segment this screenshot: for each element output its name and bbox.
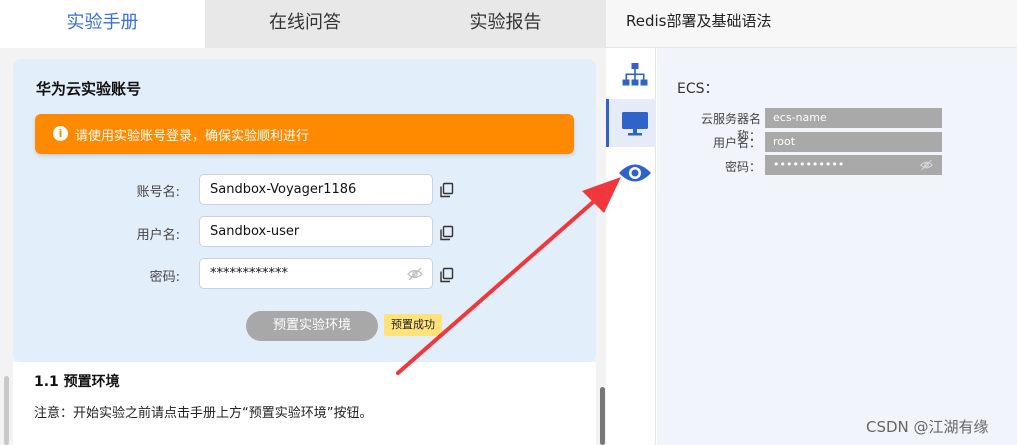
ecs-password-label: 密码： <box>724 160 761 174</box>
tab-online-qa[interactable]: 在线问答 <box>205 0 405 48</box>
eye-off-icon[interactable] <box>920 159 933 171</box>
password-field[interactable]: ************ <box>199 258 433 289</box>
content-scrollbar-thumb[interactable] <box>600 387 605 445</box>
ecs-server-name-field[interactable]: ecs-name <box>765 108 942 128</box>
preset-success-badge: 预置成功 <box>384 314 442 336</box>
tab-lab-manual[interactable]: 实验手册 <box>0 0 205 48</box>
ecs-username-field[interactable]: root <box>765 132 942 152</box>
lab-title-bar: Redis部署及基础语法 <box>606 0 1017 48</box>
preset-environment-button[interactable]: 预置实验环境 <box>246 311 378 341</box>
password-label: 密码: <box>149 270 180 285</box>
account-name-field[interactable]: Sandbox-Voyager1186 <box>199 174 433 205</box>
tab-bar: 实验手册 在线问答 实验报告 <box>0 0 606 48</box>
copy-icon[interactable] <box>439 182 455 198</box>
org-chart-icon[interactable] <box>622 62 648 88</box>
info-icon: i <box>53 126 68 141</box>
login-alert: i 请使用实验账号登录，确保实验顺利进行 <box>35 114 574 154</box>
copy-icon[interactable] <box>439 225 455 241</box>
password-value: ************ <box>210 266 288 281</box>
username-field[interactable]: Sandbox-user <box>199 216 433 247</box>
watermark: CSDN @江湖有缘 <box>866 418 989 436</box>
alert-text: 请使用实验账号登录，确保实验顺利进行 <box>75 129 310 144</box>
copy-icon[interactable] <box>439 267 455 283</box>
eye-off-icon[interactable] <box>407 267 423 281</box>
ecs-password-value: ••••••••••• <box>773 158 845 171</box>
eye-icon[interactable] <box>618 162 652 184</box>
section-text: 注意：开始实验之前请点击手册上方“预置实验环境”按钮。 <box>34 406 373 421</box>
section-title: 1.1 预置环境 <box>34 374 120 390</box>
left-scrollbar-thumb[interactable] <box>4 376 9 445</box>
ecs-username-label: 用户名： <box>712 136 761 150</box>
ecs-password-field[interactable]: ••••••••••• <box>765 155 942 175</box>
monitor-icon[interactable] <box>621 111 649 137</box>
ecs-heading: ECS： <box>677 81 719 97</box>
tab-lab-report[interactable]: 实验报告 <box>405 0 606 48</box>
account-name-label: 账号名: <box>136 185 180 200</box>
account-card-title: 华为云实验账号 <box>36 80 142 98</box>
lab-title: Redis部署及基础语法 <box>626 12 772 30</box>
username-label: 用户名: <box>136 228 180 243</box>
